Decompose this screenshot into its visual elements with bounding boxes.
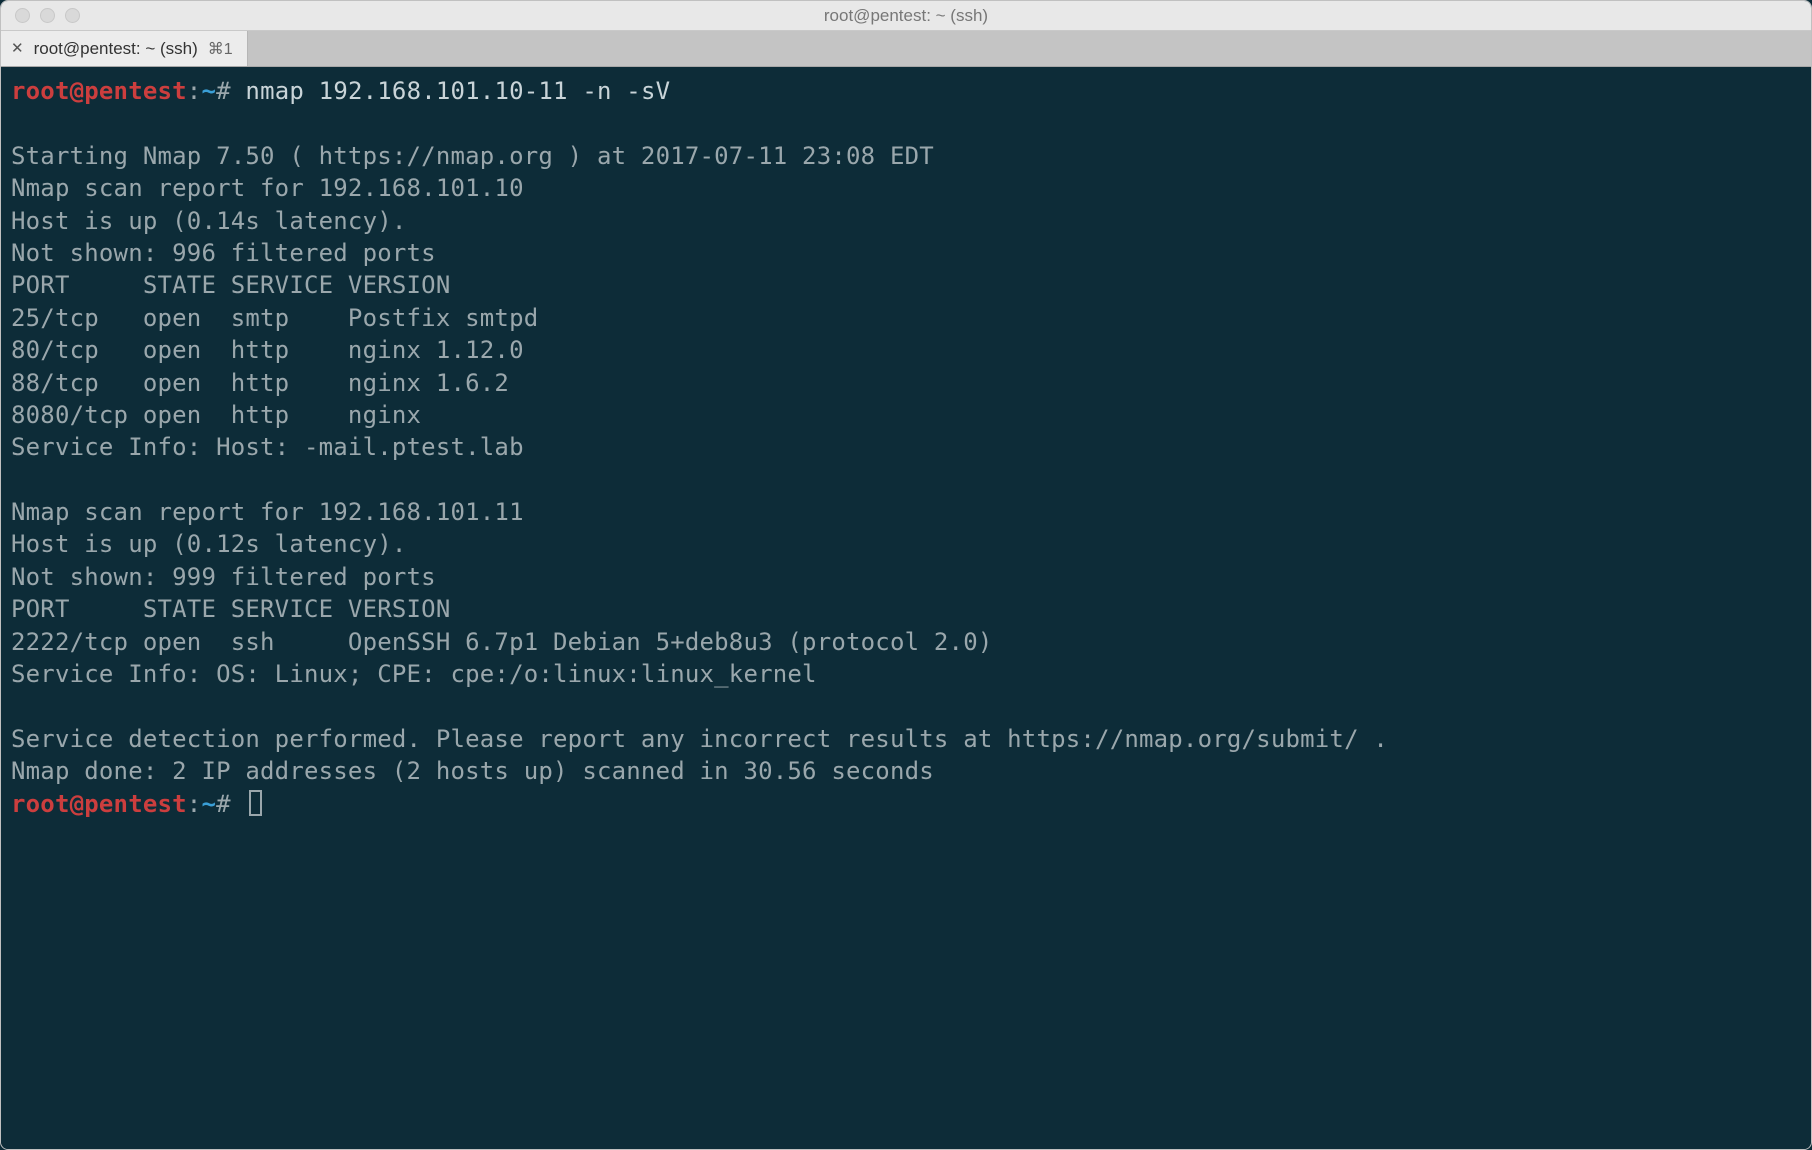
output-line [11,690,1801,722]
prompt-user-host: root@pentest [11,77,187,105]
output-line: Nmap done: 2 IP addresses (2 hosts up) s… [11,755,1801,787]
prompt-line-1: root@pentest:~# nmap 192.168.101.10-11 -… [11,75,1801,107]
output-line: PORT STATE SERVICE VERSION [11,269,1801,301]
traffic-lights [1,8,80,23]
output-line: Host is up (0.14s latency). [11,205,1801,237]
prompt-hash: # [216,790,231,818]
output-line: Service detection performed. Please repo… [11,723,1801,755]
tab-shortcut: ⌘1 [208,39,233,59]
close-tab-icon[interactable]: ✕ [11,41,24,56]
output-line: Host is up (0.12s latency). [11,528,1801,560]
prompt-hash: # [216,77,231,105]
output-line [11,464,1801,496]
terminal-viewport[interactable]: root@pentest:~# nmap 192.168.101.10-11 -… [1,67,1811,1149]
command-text: nmap 192.168.101.10-11 -n -sV [245,77,670,105]
tab-bar: ✕ root@pentest: ~ (ssh) ⌘1 [1,31,1811,67]
window-titlebar[interactable]: root@pentest: ~ (ssh) [1,1,1811,31]
output-line [11,107,1801,139]
output-line: Nmap scan report for 192.168.101.11 [11,496,1801,528]
output-line: Nmap scan report for 192.168.101.10 [11,172,1801,204]
cursor-icon [249,790,262,816]
output-line: 25/tcp open smtp Postfix smtpd [11,302,1801,334]
output-line: Service Info: Host: -mail.ptest.lab [11,431,1801,463]
minimize-window-button[interactable] [40,8,55,23]
prompt-colon: : [187,77,202,105]
prompt-colon: : [187,790,202,818]
window-title: root@pentest: ~ (ssh) [1,6,1811,26]
close-window-button[interactable] [15,8,30,23]
tab-label: root@pentest: ~ (ssh) [34,39,198,59]
output-line: Not shown: 996 filtered ports [11,237,1801,269]
output-line: Starting Nmap 7.50 ( https://nmap.org ) … [11,140,1801,172]
output-line: 2222/tcp open ssh OpenSSH 6.7p1 Debian 5… [11,626,1801,658]
output-line: 80/tcp open http nginx 1.12.0 [11,334,1801,366]
output-line: Service Info: OS: Linux; CPE: cpe:/o:lin… [11,658,1801,690]
prompt-user-host: root@pentest [11,790,187,818]
prompt-path: ~ [201,77,216,105]
output-line: Not shown: 999 filtered ports [11,561,1801,593]
prompt-line-2: root@pentest:~# [11,788,1801,820]
tab-ssh-session[interactable]: ✕ root@pentest: ~ (ssh) ⌘1 [1,31,248,66]
output-line: 8080/tcp open http nginx [11,399,1801,431]
zoom-window-button[interactable] [65,8,80,23]
prompt-path: ~ [201,790,216,818]
output-line: PORT STATE SERVICE VERSION [11,593,1801,625]
output-line: 88/tcp open http nginx 1.6.2 [11,367,1801,399]
terminal-window: root@pentest: ~ (ssh) ✕ root@pentest: ~ … [0,0,1812,1150]
